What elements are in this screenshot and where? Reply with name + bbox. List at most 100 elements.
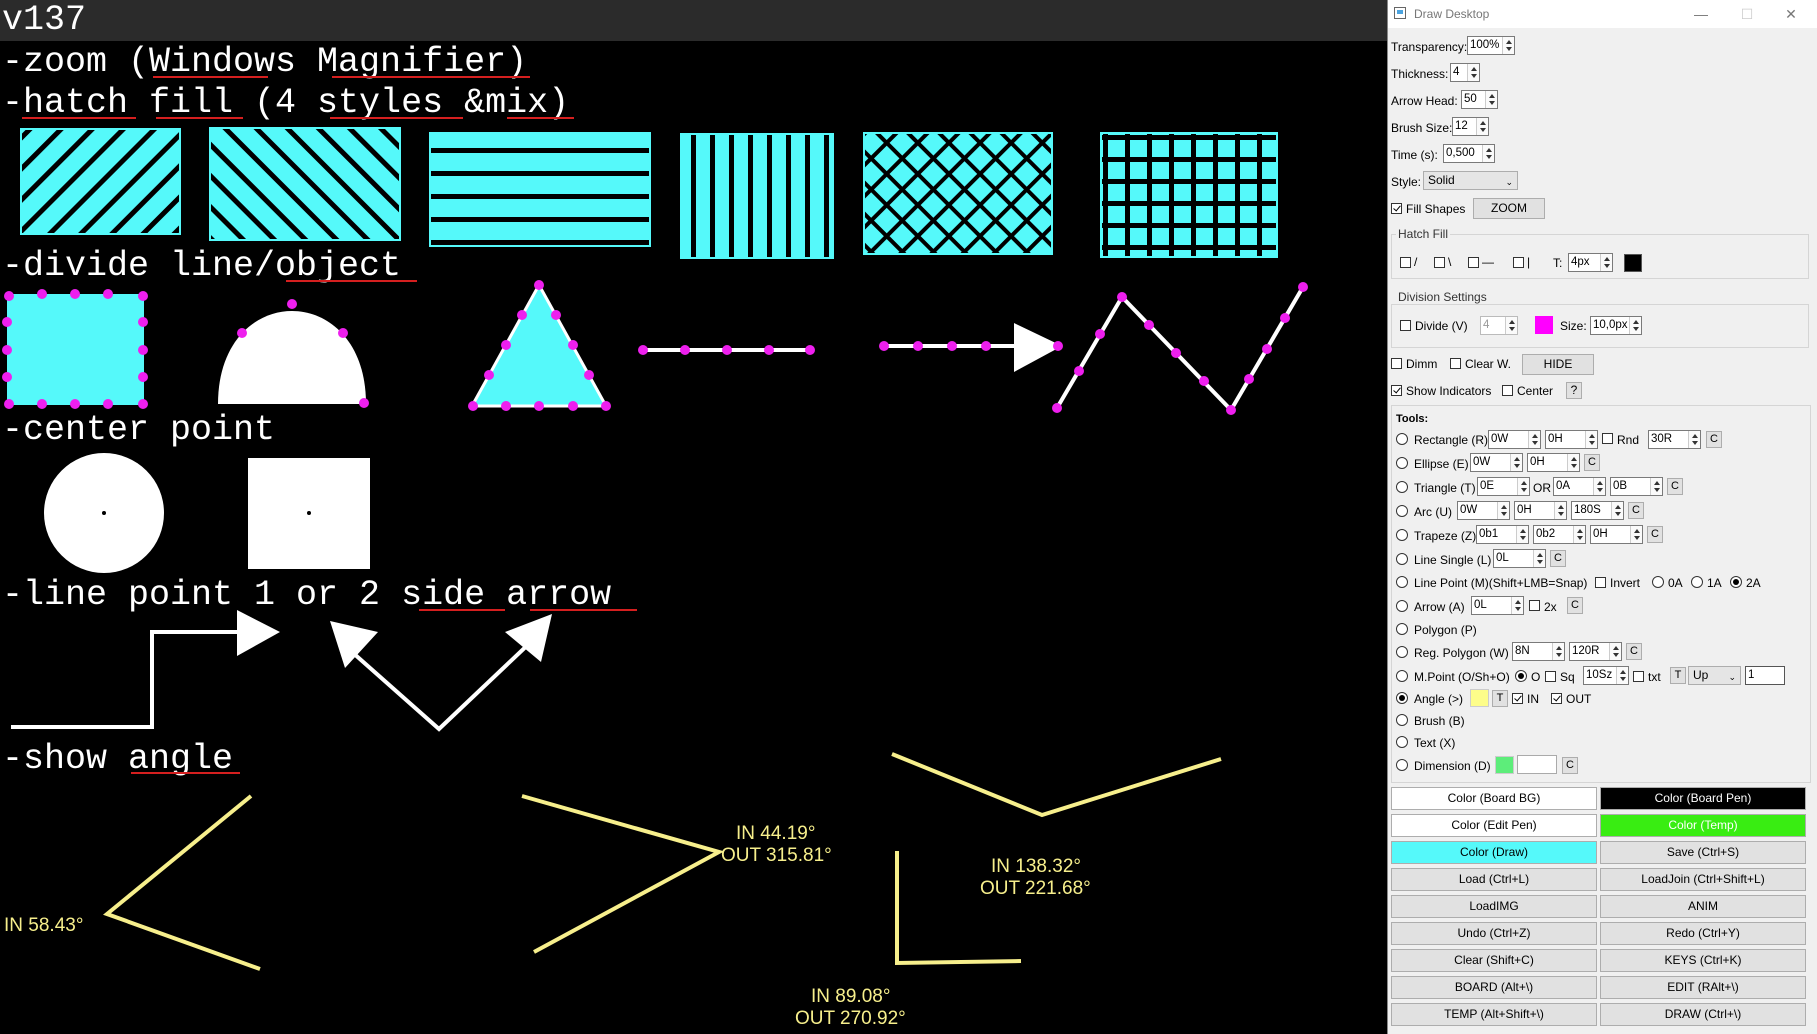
hatch-cross-rect[interactable]: [863, 132, 1053, 255]
triangle-a-stepper[interactable]: 0A: [1553, 477, 1606, 496]
temp-mode-button[interactable]: TEMP (Alt+Shift+\): [1391, 1003, 1597, 1026]
angle-text-button[interactable]: T: [1492, 690, 1508, 707]
dimension-color-swatch[interactable]: [1495, 756, 1514, 774]
angle-color-swatch[interactable]: [1470, 689, 1489, 707]
arc-c-button[interactable]: C: [1628, 502, 1644, 519]
close-icon[interactable]: ✕: [1777, 4, 1805, 24]
tool-brush-radio[interactable]: [1396, 714, 1408, 726]
division-color-swatch[interactable]: [1535, 316, 1553, 334]
tool-arrow-radio[interactable]: [1396, 600, 1408, 612]
angle-out-checkbox[interactable]: [1551, 693, 1562, 704]
board-mode-button[interactable]: BOARD (Alt+\): [1391, 976, 1597, 999]
dimm-checkbox[interactable]: [1391, 358, 1402, 369]
tool-reg-polygon-radio[interactable]: [1396, 646, 1408, 658]
dimension-text-input[interactable]: [1517, 755, 1557, 774]
divide-checkbox[interactable]: [1400, 320, 1411, 331]
mpoint-size-stepper[interactable]: 10Sz: [1583, 666, 1629, 685]
zoom-button[interactable]: ZOOM: [1473, 198, 1545, 219]
hatch-horizontal-checkbox[interactable]: [1468, 257, 1479, 268]
rectangle-width-stepper[interactable]: 0W: [1488, 430, 1541, 449]
mpoint-circle-radio[interactable]: [1515, 670, 1527, 682]
mpoint-direction-select[interactable]: Up ⌄: [1688, 666, 1741, 685]
reg-polygon-radius-stepper[interactable]: 120R: [1569, 642, 1622, 661]
redo-button[interactable]: Redo (Ctrl+Y): [1600, 922, 1806, 945]
undo-button[interactable]: Undo (Ctrl+Z): [1391, 922, 1597, 945]
angle-shape-1[interactable]: [103, 794, 261, 971]
angle-shape-3[interactable]: [891, 752, 1222, 818]
hatch-forward-checkbox[interactable]: [1400, 257, 1411, 268]
tool-ellipse-radio[interactable]: [1396, 457, 1408, 469]
clear-button[interactable]: Clear (Shift+C): [1391, 949, 1597, 972]
help-button[interactable]: ?: [1566, 382, 1582, 399]
ellipse-height-stepper[interactable]: 0H: [1527, 453, 1580, 472]
tool-polygon-radio[interactable]: [1396, 623, 1408, 635]
hatch-grid-rect[interactable]: [1100, 132, 1278, 258]
triangle-b-stepper[interactable]: 0B: [1610, 477, 1663, 496]
save-button[interactable]: Save (Ctrl+S): [1600, 841, 1806, 864]
reg-polygon-c-button[interactable]: C: [1626, 643, 1642, 660]
arc-sweep-stepper[interactable]: 180S: [1571, 501, 1624, 520]
transparency-stepper[interactable]: 100%: [1467, 36, 1515, 55]
mpoint-square-checkbox[interactable]: [1545, 671, 1556, 682]
hatch-forward-rect[interactable]: [20, 128, 181, 235]
arrow-2a-radio[interactable]: [1730, 576, 1742, 588]
invert-checkbox[interactable]: [1595, 577, 1606, 588]
divided-arc[interactable]: [218, 311, 366, 404]
maximize-icon[interactable]: ☐: [1733, 4, 1761, 24]
anim-button[interactable]: ANIM: [1600, 895, 1806, 918]
angle-in-checkbox[interactable]: [1512, 693, 1523, 704]
load-join-button[interactable]: LoadJoin (Ctrl+Shift+L): [1600, 868, 1806, 891]
triangle-e-stepper[interactable]: 0E: [1477, 477, 1530, 496]
line-length-stepper[interactable]: 0L: [1493, 549, 1546, 568]
hide-button[interactable]: HIDE: [1522, 354, 1594, 375]
tool-line-point-radio[interactable]: [1396, 576, 1408, 588]
board-drawing[interactable]: v137 -zoom (Windows Magnifier) -hatch fi…: [0, 0, 1387, 1034]
ellipse-width-stepper[interactable]: 0W: [1470, 453, 1523, 472]
angle-shape-2[interactable]: [521, 794, 725, 954]
hatch-backward-rect[interactable]: [209, 127, 401, 241]
dimension-c-button[interactable]: C: [1562, 757, 1578, 774]
color-edit-pen-button[interactable]: Color (Edit Pen): [1391, 814, 1597, 837]
trapeze-c-button[interactable]: C: [1647, 526, 1663, 543]
clear-w-checkbox[interactable]: [1450, 358, 1461, 369]
hatch-horizontal-rect[interactable]: [429, 132, 651, 247]
line-single-c-button[interactable]: C: [1550, 550, 1566, 567]
fill-shapes-checkbox[interactable]: [1391, 203, 1402, 214]
tool-rectangle-radio[interactable]: [1396, 433, 1408, 445]
center-checkbox[interactable]: [1502, 385, 1513, 396]
brush-size-stepper[interactable]: 12: [1452, 117, 1489, 136]
load-img-button[interactable]: LoadIMG: [1391, 895, 1597, 918]
edit-mode-button[interactable]: EDIT (RAlt+\): [1600, 976, 1806, 999]
keys-button[interactable]: KEYS (Ctrl+K): [1600, 949, 1806, 972]
tool-dimension-radio[interactable]: [1396, 759, 1408, 771]
arc-width-stepper[interactable]: 0W: [1457, 501, 1510, 520]
tool-text-radio[interactable]: [1396, 736, 1408, 748]
arrow-2x-checkbox[interactable]: [1529, 600, 1540, 611]
thickness-stepper[interactable]: 4: [1450, 63, 1480, 82]
arc-height-stepper[interactable]: 0H: [1514, 501, 1567, 520]
window-title-bar[interactable]: Draw Desktop — ☐ ✕: [1388, 0, 1817, 28]
divide-count-stepper[interactable]: 4: [1480, 316, 1518, 335]
color-draw-button[interactable]: Color (Draw): [1391, 841, 1597, 864]
time-stepper[interactable]: 0,500: [1443, 144, 1495, 163]
one-side-arrow-line[interactable]: [11, 630, 240, 729]
ellipse-c-button[interactable]: C: [1584, 454, 1600, 471]
style-select[interactable]: Solid ⌄: [1423, 171, 1518, 190]
triangle-c-button[interactable]: C: [1667, 478, 1683, 495]
two-side-arrow-line[interactable]: [350, 637, 536, 732]
hatch-thickness-stepper[interactable]: 4px: [1568, 253, 1613, 272]
show-indicators-checkbox[interactable]: [1391, 385, 1402, 396]
tool-angle-radio[interactable]: [1396, 692, 1408, 704]
division-size-stepper[interactable]: 10,0px: [1590, 316, 1642, 335]
rectangle-height-stepper[interactable]: 0H: [1545, 430, 1598, 449]
hatch-vertical-rect[interactable]: [680, 133, 834, 259]
tool-line-single-radio[interactable]: [1396, 553, 1408, 565]
mpoint-text-checkbox[interactable]: [1633, 671, 1644, 682]
divided-rectangle[interactable]: [7, 294, 144, 405]
tool-trapeze-radio[interactable]: [1396, 529, 1408, 541]
rectangle-c-button[interactable]: C: [1706, 431, 1722, 448]
color-board-bg-button[interactable]: Color (Board BG): [1391, 787, 1597, 810]
arrow-head-stepper[interactable]: 50: [1461, 90, 1498, 109]
arrow-1a-radio[interactable]: [1691, 576, 1703, 588]
trapeze-b2-stepper[interactable]: 0b2: [1533, 525, 1586, 544]
